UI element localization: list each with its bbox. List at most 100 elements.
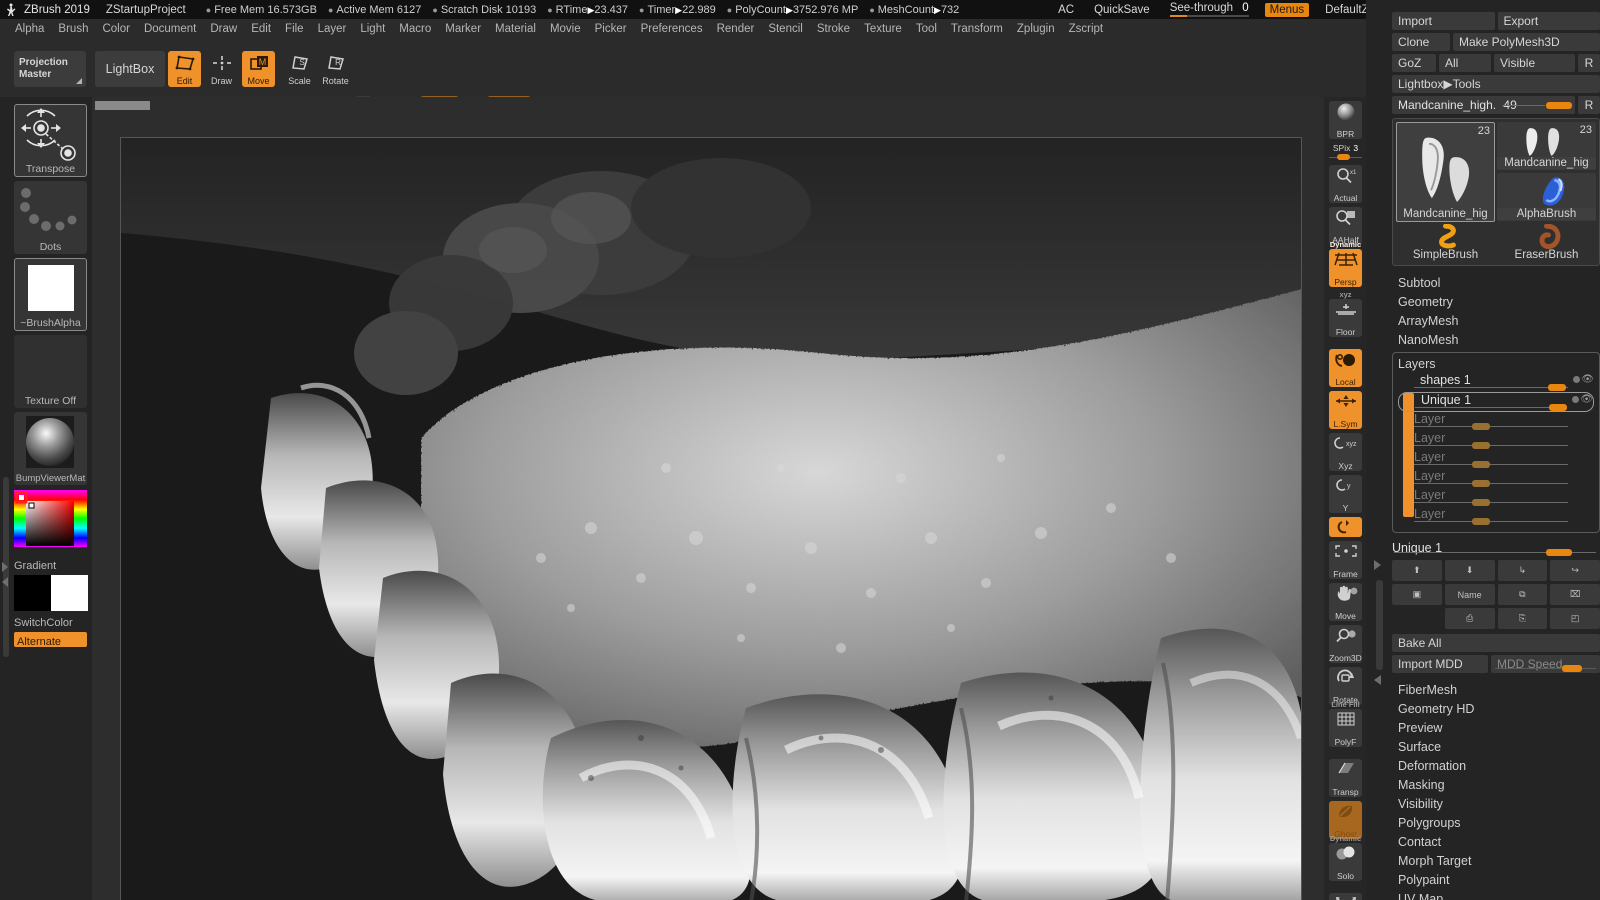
layer-intensity-slider[interactable]: Unique 1	[1392, 539, 1600, 557]
tool-menu-nanomesh[interactable]: NanoMesh	[1392, 331, 1600, 350]
layer-intensity-knob[interactable]	[1472, 499, 1490, 506]
tool-thumb-1[interactable]: 23 Mandcanine_hig	[1497, 122, 1596, 170]
layer-import[interactable]: ⎙	[1444, 608, 1495, 629]
tool-thumb-2[interactable]: AlphaBrush	[1497, 173, 1596, 221]
layer-record-icon[interactable]	[1573, 376, 1580, 383]
menu-transform[interactable]: Transform	[944, 21, 1010, 37]
import-button[interactable]: Import	[1392, 12, 1495, 30]
layer-row-4[interactable]: Layer	[1398, 450, 1594, 469]
left-tray-arrow-left-icon[interactable]	[2, 577, 8, 587]
layer-record-icon[interactable]	[1572, 396, 1579, 403]
primary-color-swatch[interactable]	[14, 575, 51, 611]
color-picker[interactable]	[14, 489, 87, 562]
tool-menu-arraymesh[interactable]: ArrayMesh	[1392, 312, 1600, 331]
gradient-label-row[interactable]: Gradient	[14, 556, 87, 572]
material-thumbnail[interactable]: BumpViewerMat	[14, 412, 87, 485]
menu-file[interactable]: File	[278, 21, 311, 37]
switchcolor-row[interactable]: SwitchColor	[14, 613, 87, 629]
clone-button[interactable]: Clone	[1392, 33, 1450, 51]
tool-thumb-3[interactable]: SimpleBrush	[1396, 224, 1495, 262]
shelf-xpose-button[interactable]: Xpose	[1329, 893, 1362, 900]
menu-stencil[interactable]: Stencil	[761, 21, 810, 37]
shelf-draw-button[interactable]: Draw	[205, 51, 238, 87]
shelf-scale-button[interactable]: S Scale	[283, 51, 316, 87]
layer-delete[interactable]: ⌧	[1550, 584, 1600, 605]
tool-menu-subtool[interactable]: Subtool	[1392, 274, 1600, 293]
menu-edit[interactable]: Edit	[244, 21, 278, 37]
right-panel-arrow-left-icon[interactable]	[1374, 675, 1381, 685]
menu-movie[interactable]: Movie	[543, 21, 588, 37]
left-tray-arrow-right-icon[interactable]	[2, 562, 8, 572]
projection-master-button[interactable]: Projection Master	[14, 51, 86, 87]
export-button[interactable]: Export	[1497, 12, 1600, 30]
layer-export[interactable]: ⎘	[1497, 608, 1548, 629]
right-panel-arrow-right-icon[interactable]	[1374, 560, 1381, 570]
menu-zplugin[interactable]: Zplugin	[1010, 21, 1062, 37]
lightbox-tools-button[interactable]: Lightbox▶Tools	[1392, 75, 1600, 93]
current-tool-slider[interactable]: Mandcanine_high. 49	[1392, 96, 1575, 114]
shelf-lsym-button[interactable]: L.Sym	[1329, 391, 1362, 429]
tool-menu-masking[interactable]: Masking	[1392, 776, 1600, 795]
stroke-thumbnail[interactable]: Dots	[14, 181, 87, 254]
shelf-move-button[interactable]: Move	[1329, 583, 1362, 621]
goz-button[interactable]: GoZ	[1392, 54, 1436, 72]
layer-row-5[interactable]: Layer	[1398, 469, 1594, 488]
canvas-viewport[interactable]	[120, 137, 1302, 900]
mdd-speed-slider[interactable]: MDD Speed	[1491, 655, 1600, 673]
secondary-color-swatch[interactable]	[51, 575, 88, 611]
current-tool-r-button[interactable]: R	[1578, 96, 1600, 114]
layer-intensity-knob[interactable]	[1546, 549, 1572, 556]
see-through-slider[interactable]: See-through 0	[1169, 2, 1249, 17]
layer-intensity-knob[interactable]	[1472, 423, 1490, 430]
menu-tool[interactable]: Tool	[909, 21, 944, 37]
tool-menu-fibermesh[interactable]: FiberMesh	[1392, 681, 1600, 700]
menu-texture[interactable]: Texture	[857, 21, 909, 37]
quicksave-button[interactable]: QuickSave	[1094, 4, 1150, 16]
menu-preferences[interactable]: Preferences	[634, 21, 710, 37]
layer-intensity-knob[interactable]	[1472, 518, 1490, 525]
layer-duplicate[interactable]: ⧉	[1497, 584, 1548, 605]
lightbox-button[interactable]: LightBox	[95, 51, 165, 87]
right-panel-scrollbar[interactable]	[1376, 580, 1383, 670]
spix-slider[interactable]: SPix 3	[1329, 143, 1362, 165]
tool-menu-contact[interactable]: Contact	[1392, 833, 1600, 852]
alternate-button[interactable]: Alternate	[14, 632, 87, 648]
shelf-rot-lock-button[interactable]	[1329, 517, 1362, 537]
ac-button[interactable]: AC	[1058, 4, 1074, 16]
layer-visibility-eye-icon[interactable]: 👁	[1580, 394, 1593, 405]
shelf-xyz-button[interactable]: xyz Xyz	[1329, 433, 1362, 471]
tool-menu-morph-target[interactable]: Morph Target	[1392, 852, 1600, 871]
shelf-rotate-button[interactable]: R Rotate	[319, 51, 352, 87]
layer-intensity-knob[interactable]	[1548, 384, 1566, 391]
tool-menu-geometry[interactable]: Geometry	[1392, 293, 1600, 312]
tool-menu-surface[interactable]: Surface	[1392, 738, 1600, 757]
layer-copy[interactable]: ◰	[1550, 608, 1600, 629]
document-canvas[interactable]	[92, 97, 1324, 900]
shelf-move-button[interactable]: M Move	[242, 51, 275, 87]
menus-button[interactable]: Menus	[1264, 2, 1310, 17]
alpha-thumbnail[interactable]: ~BrushAlpha	[14, 258, 87, 331]
shelf-persp-button[interactable]: Dynamic Persp	[1329, 240, 1362, 287]
layer-row-2[interactable]: Layer	[1398, 412, 1594, 431]
texture-thumbnail[interactable]: Texture Off	[14, 335, 87, 408]
make-polymesh3d-button[interactable]: Make PolyMesh3D	[1453, 33, 1600, 51]
tool-menu-preview[interactable]: Preview	[1392, 719, 1600, 738]
shelf-transp-button[interactable]: Transp	[1329, 759, 1362, 797]
goz-r-button[interactable]: R	[1578, 54, 1600, 72]
menu-draw[interactable]: Draw	[203, 21, 244, 37]
tool-menu-polypaint[interactable]: Polypaint	[1392, 871, 1600, 890]
tool-thumb-4[interactable]: EraserBrush	[1497, 224, 1596, 262]
layer-row-7[interactable]: Layer	[1398, 507, 1594, 526]
menu-document[interactable]: Document	[137, 21, 203, 37]
menu-color[interactable]: Color	[95, 21, 136, 37]
layer-row-1[interactable]: Unique 1 👁	[1398, 392, 1594, 412]
menu-render[interactable]: Render	[710, 21, 762, 37]
layer-down[interactable]: ⬇	[1444, 560, 1495, 581]
menu-brush[interactable]: Brush	[51, 21, 95, 37]
layer-split[interactable]: ↪	[1550, 560, 1600, 581]
layer-row-3[interactable]: Layer	[1398, 431, 1594, 450]
layer-merge-down[interactable]: ↳	[1497, 560, 1548, 581]
shelf-actual-button[interactable]: x1 Actual	[1329, 165, 1362, 203]
menu-zscript[interactable]: Zscript	[1062, 21, 1111, 37]
menu-alpha[interactable]: Alpha	[8, 21, 51, 37]
